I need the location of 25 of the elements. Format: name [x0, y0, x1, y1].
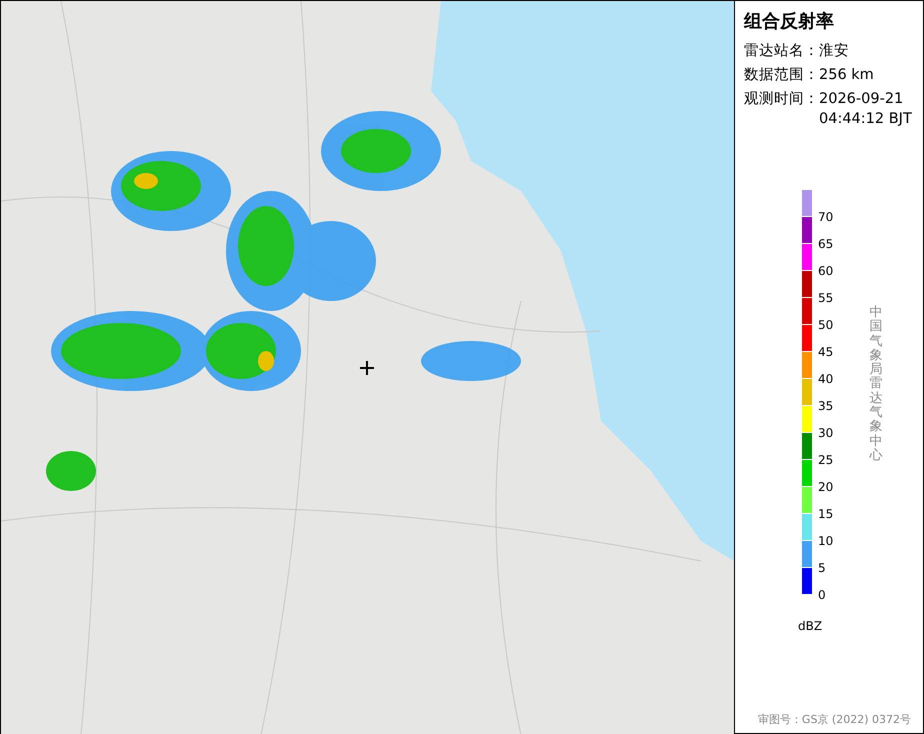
legend-label: 10 [818, 533, 834, 550]
info-label: 观测时间： [744, 90, 819, 109]
legend-label: 65 [818, 236, 834, 253]
info-label: 雷达站名： [744, 42, 819, 61]
legend-label: 40 [818, 371, 834, 388]
legend-label: 0 [818, 587, 827, 604]
legend-label: 50 [818, 317, 834, 334]
legend-label: 45 [818, 344, 834, 361]
legend-label: 20 [818, 479, 834, 496]
legend-label: 5 [818, 560, 827, 577]
approval-number: 审图号：GS京 (2022) 0372号 [758, 712, 911, 727]
info-value: 256 km [819, 66, 875, 85]
panel-title: 组合反射率 [744, 10, 835, 33]
credit-text: 中国气象局雷达气象中心 [869, 306, 882, 464]
legend-label: 15 [818, 506, 834, 523]
legend-label: 30 [818, 425, 834, 442]
legend-label: 70 [818, 209, 834, 226]
legend-label: 25 [818, 452, 834, 469]
info-value: 淮安 [819, 42, 850, 61]
info-value: 2026-09-21 04:44:12 BJT [819, 90, 913, 129]
unit-label: dBZ [798, 619, 824, 633]
legend-label: 35 [818, 398, 834, 415]
info-label: 数据范围： [744, 66, 819, 85]
legend-label: 60 [818, 263, 834, 280]
legend-label: 55 [818, 290, 834, 307]
